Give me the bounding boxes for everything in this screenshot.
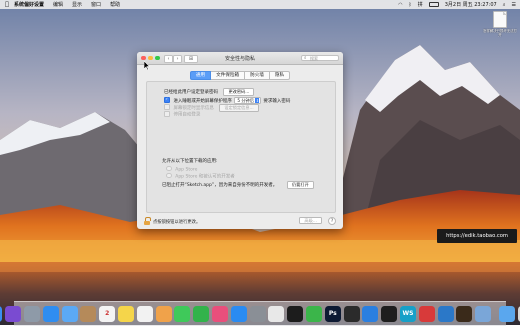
tab-bar: 通用 文件保险箱 防火墙 隐私	[137, 71, 343, 80]
search-placeholder: 搜索	[310, 55, 318, 61]
launchpad-icon[interactable]	[24, 306, 41, 322]
photoshop-icon[interactable]: Ps	[324, 306, 341, 322]
app-store-radio-label: App Store	[175, 167, 198, 173]
tab-filevault[interactable]: 文件保险箱	[211, 71, 246, 80]
calendar-icon[interactable]: 2	[99, 306, 116, 322]
menu-item-help[interactable]: 帮助	[110, 1, 120, 8]
menu-item-window[interactable]: 窗口	[91, 1, 101, 8]
url-tooltip: https://edik.taobao.com	[437, 229, 517, 243]
battery-icon[interactable]	[428, 1, 439, 8]
reminders-icon[interactable]	[136, 306, 153, 322]
notification-center-icon[interactable]: ☰	[512, 2, 516, 8]
menu-item-view[interactable]: 显示	[72, 1, 82, 8]
spotlight-icon[interactable]: ⌕	[503, 2, 506, 8]
menu-bar:  系统偏好设置 编辑 显示 窗口 帮助 ◠ ᛒ 拼 3月2日 周五 23:27…	[0, 0, 520, 9]
allow-apps-heading: 允许从以下位置下载的应用:	[162, 159, 218, 164]
desktop-file-name: 怎样解决已损坏无法打开	[483, 29, 517, 37]
help-button[interactable]: ?	[328, 216, 336, 225]
input-method-icon[interactable]: 拼	[418, 1, 423, 8]
contacts-icon[interactable]	[80, 306, 97, 322]
messages-icon[interactable]	[174, 306, 191, 322]
app-store-developers-radio[interactable]	[166, 172, 172, 179]
change-password-button[interactable]: 更改密码…	[223, 88, 255, 96]
siri-icon[interactable]	[5, 306, 22, 322]
chrome-icon[interactable]	[268, 306, 285, 322]
preview-icon[interactable]	[475, 306, 492, 322]
document-icon	[493, 11, 507, 28]
itunes-icon[interactable]	[212, 306, 229, 322]
window-bottom-bar: 点按锁按钮以进行更改。 高级… ?	[137, 213, 343, 229]
bluetooth-icon[interactable]: ᛒ	[409, 2, 412, 8]
search-icon: ⌕	[304, 56, 307, 61]
wechat-icon[interactable]	[306, 306, 322, 322]
menu-item-edit[interactable]: 编辑	[53, 1, 63, 8]
sketch-icon[interactable]	[381, 306, 398, 322]
set-lock-message-button[interactable]: 设定锁定信息…	[219, 104, 259, 112]
dock: 2 Ps WS	[0, 301, 520, 326]
advanced-button[interactable]: 高级…	[299, 216, 322, 224]
disable-auto-login-label: 停用自动登录	[173, 112, 201, 118]
menu-app-name[interactable]: 系统偏好设置	[14, 1, 44, 8]
open-anyway-button[interactable]: 仍要打开	[287, 181, 314, 189]
tab-general[interactable]: 通用	[189, 71, 212, 80]
app-store-developers-label: App Store 和被认可的开发者	[175, 174, 235, 180]
apple-menu-icon[interactable]: 	[0, 1, 14, 8]
blocked-app-message: 已阻止打开“Sketch.app”，因为来自身份不明的开发者。	[162, 183, 278, 188]
terminal-icon[interactable]	[343, 306, 360, 322]
visual-studio-code-icon[interactable]	[437, 306, 454, 322]
app-store-radio[interactable]	[166, 165, 172, 172]
app-store-icon[interactable]	[230, 306, 247, 322]
mail-icon[interactable]	[61, 306, 78, 322]
tab-firewall[interactable]: 防火墙	[245, 71, 270, 80]
finder-folder-icon[interactable]	[498, 306, 515, 322]
desktop-file[interactable]: 怎样解决已损坏无法打开	[483, 11, 517, 37]
lock-instruction: 点按锁按钮以进行更改。	[153, 219, 201, 225]
search-field[interactable]: ⌕ 搜索	[301, 54, 339, 61]
wifi-status-icon[interactable]: ◠	[398, 2, 402, 8]
require-password-checkbox[interactable]	[164, 97, 170, 103]
disable-auto-login-checkbox[interactable]	[164, 110, 170, 117]
system-preferences-icon[interactable]	[249, 306, 266, 322]
tab-privacy[interactable]: 隐私	[269, 71, 291, 80]
safari-icon[interactable]	[42, 306, 59, 322]
require-password-delay-select[interactable]: 5 分钟后	[234, 97, 261, 104]
window-titlebar[interactable]: ‹ › ⊞ 安全性与隐私 ⌕ 搜索	[137, 52, 343, 65]
qq-icon[interactable]	[287, 306, 304, 322]
illustrator-icon[interactable]	[456, 306, 473, 322]
webstorm-icon[interactable]: WS	[399, 306, 416, 322]
require-password-suffix: 要求输入密码	[263, 99, 291, 104]
login-password-label: 已经给此用户设定登录密码	[164, 90, 218, 95]
general-panel: 已经给此用户设定登录密码 更改密码… 进入睡眠或开始屏幕保护程序 5 分钟后 要…	[146, 81, 336, 213]
photos-icon[interactable]	[155, 306, 172, 322]
facetime-icon[interactable]	[193, 306, 210, 322]
mouse-cursor-icon	[144, 61, 150, 70]
lock-icon[interactable]	[144, 217, 151, 225]
notes-icon[interactable]	[118, 306, 135, 322]
show-message-checkbox[interactable]	[164, 104, 170, 110]
xcode-icon[interactable]	[362, 306, 379, 322]
netease-music-icon[interactable]	[418, 306, 435, 322]
menu-clock[interactable]: 3月2日 周五 23:27:07	[445, 1, 497, 8]
security-privacy-window: ‹ › ⊞ 安全性与隐私 ⌕ 搜索 通用 文件保险箱 防火墙 隐私 已经给此用户…	[137, 52, 343, 229]
